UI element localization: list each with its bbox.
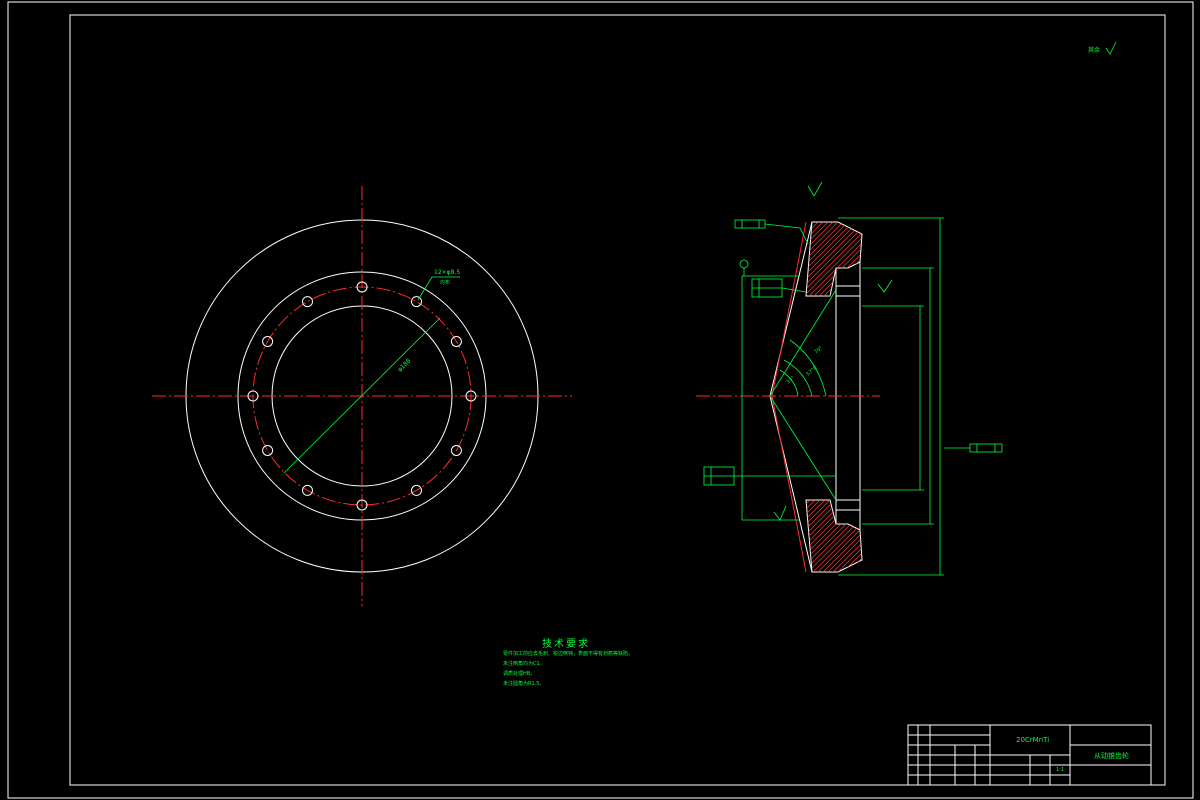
angle-label-1: 70°: [813, 345, 824, 356]
hatch-line: [700, 495, 785, 580]
hatch-line: [880, 495, 965, 580]
section-upper-profile: [805, 221, 863, 297]
hatch-line: [890, 215, 975, 300]
bolt-hole: [262, 445, 274, 456]
tolerance-frame-3: [703, 466, 836, 486]
hatch-line: [895, 215, 980, 300]
hatch-line: [710, 495, 795, 580]
section-view: 70° 57°8′ 33°: [675, 181, 1003, 580]
tech-requirement-item: 零件加工前应去毛刺、锐边倒钝，表面不得有划痕等缺陷。: [503, 651, 634, 657]
hatch-line: [859, 500, 862, 572]
hatch-line: [900, 495, 985, 580]
surface-mark-mid-icon: [877, 279, 893, 293]
hatch-line: [806, 500, 821, 572]
cone-upper-line: [769, 221, 813, 397]
hatch-lower: [675, 495, 990, 580]
hatch-line: [715, 495, 800, 580]
hatch-line: [705, 495, 790, 580]
hole-pattern-sub: 均布: [440, 279, 450, 286]
hatch-line: [806, 500, 811, 572]
tech-requirement-item: 未注倒角均为C1。: [503, 661, 545, 667]
title-block-scale: 1:1: [1056, 767, 1065, 773]
hatch-line: [854, 222, 862, 296]
root-cone-lower-line: [771, 395, 807, 573]
hatch-line: [680, 495, 765, 580]
tolerance-frame-4: [944, 443, 1003, 453]
hatch-line: [895, 495, 980, 580]
pitch-circle-label: φ188: [396, 357, 412, 373]
hatch-line: [806, 500, 816, 572]
tech-requirement-item: 未注圆角为R1.5。: [503, 681, 545, 687]
tech-requirements-list: 零件加工前应去毛刺、锐边倒钝，表面不得有划痕等缺陷。 未注倒角均为C1。 调质处…: [503, 649, 633, 689]
hatch-line: [849, 222, 862, 296]
hatch-line: [870, 495, 955, 580]
angle-label-3: 33°: [785, 375, 796, 386]
hatch-line: [695, 495, 780, 580]
front-view: φ188 12×φ8.5 均布: [152, 186, 572, 606]
hatch-line: [685, 495, 770, 580]
hatch-line: [885, 495, 970, 580]
cone-lower-line: [769, 395, 813, 573]
hatch-line: [859, 222, 862, 296]
hatch-line: [875, 215, 960, 300]
hatch-line: [880, 215, 965, 300]
hatch-line: [865, 215, 950, 300]
datum-circle-icon: [739, 259, 749, 269]
hatch-line: [885, 215, 970, 300]
hatch-line: [865, 495, 950, 580]
hatch-line: [890, 495, 975, 580]
angle-label-2: 57°8′: [805, 364, 820, 378]
tech-requirements-title: 技术要求: [542, 639, 590, 650]
hatch-line: [849, 500, 862, 572]
bolt-hole: [411, 296, 422, 308]
tolerance-frame-1: [734, 219, 809, 245]
tech-requirement-item: 调质处理HB。: [503, 671, 536, 677]
bolt-hole: [302, 296, 313, 308]
surface-finish-note: 其余: [1088, 46, 1100, 54]
hole-pattern-label: 12×φ8.5: [434, 269, 460, 276]
title-block-part-name: 从动锥齿轮: [1094, 752, 1129, 760]
hatch-line: [690, 495, 775, 580]
hatch-upper: [806, 215, 990, 300]
hatch-line: [875, 495, 960, 580]
pitch-cone-lower-line: [769, 395, 837, 501]
pitch-cone-upper-line: [769, 289, 837, 397]
title-block-material: 20CrMnTi: [1016, 736, 1050, 744]
hatch-line: [905, 495, 990, 580]
hatch-line: [905, 215, 990, 300]
root-cone-upper-line: [771, 221, 807, 397]
hatch-line: [720, 495, 805, 580]
hatch-line: [900, 215, 985, 300]
surface-mark-bottom-icon: [773, 505, 787, 521]
surface-mark-top-icon: [807, 181, 823, 197]
hatch-line: [870, 215, 955, 300]
surface-finish-symbol-icon: [1105, 41, 1117, 55]
hatch-line: [854, 500, 862, 572]
hatch-line: [675, 495, 760, 580]
